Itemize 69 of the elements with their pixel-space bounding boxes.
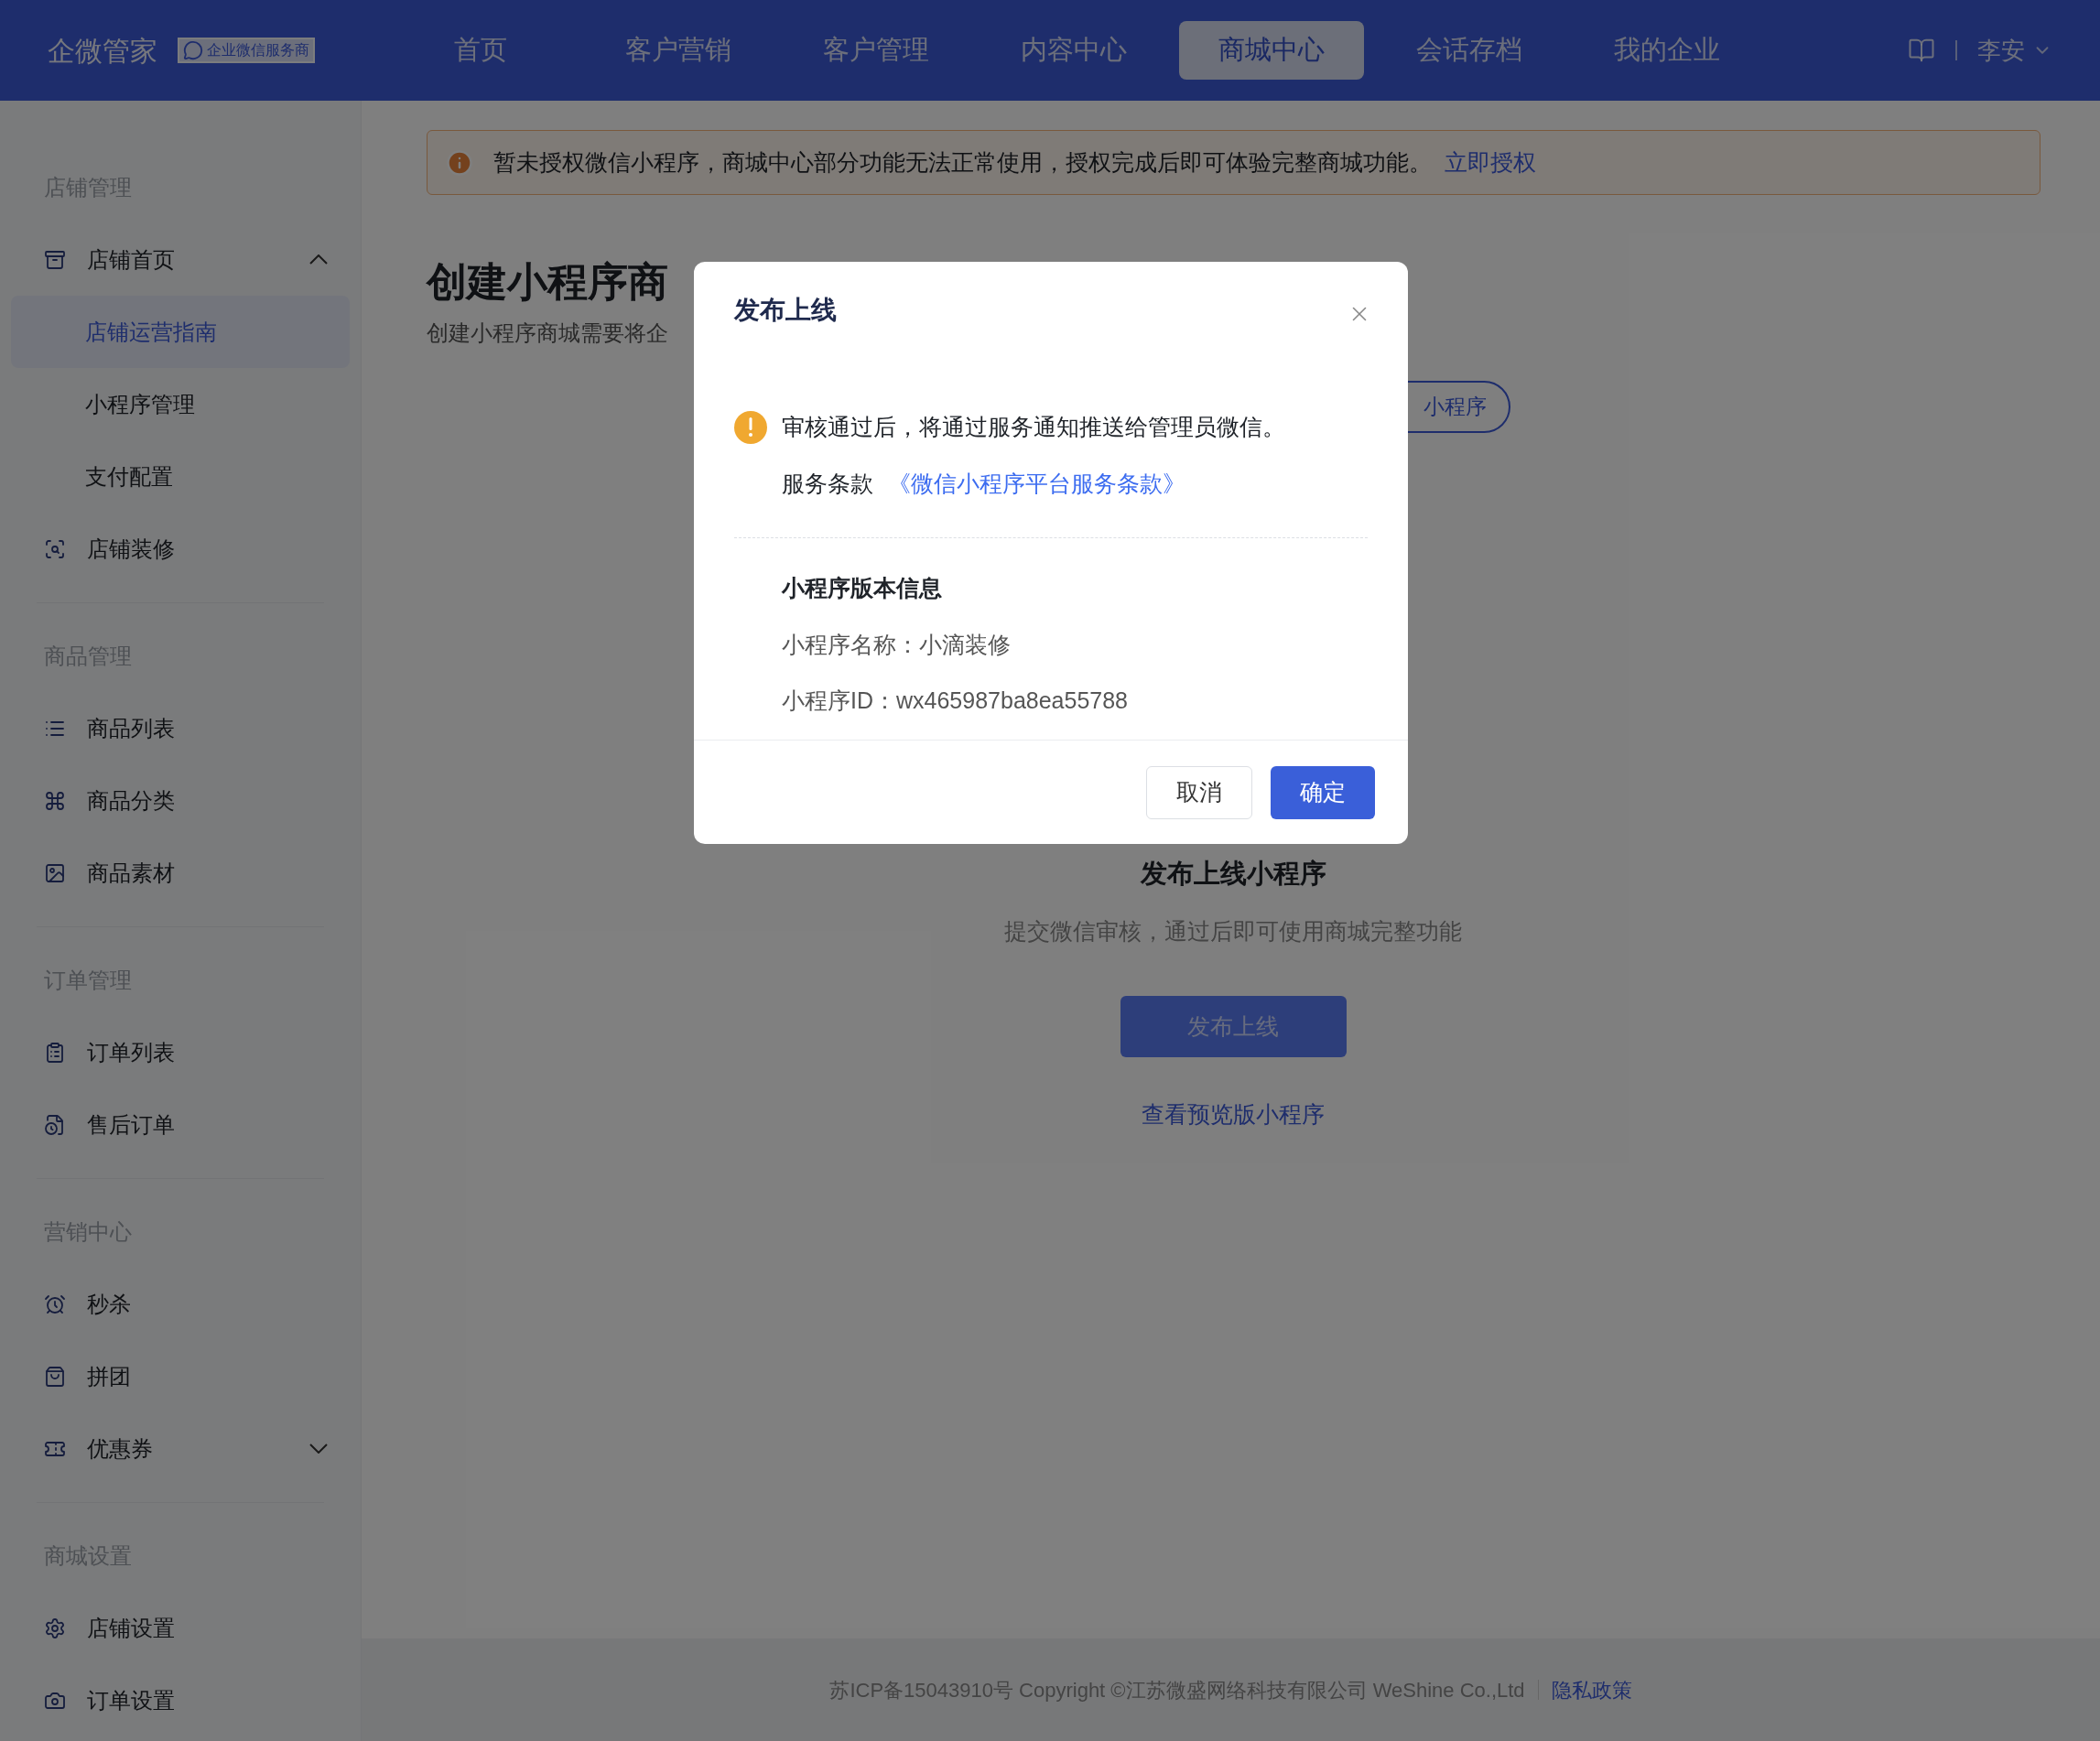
step-title: 发布上线小程序 [1140, 858, 1326, 890]
item-label: 店铺首页 [87, 245, 175, 274]
alarm-clock-icon [44, 1292, 66, 1315]
info-icon [446, 148, 473, 177]
item-label: 店铺装修 [87, 535, 175, 563]
notice-text: 审核通过后，将通过服务通知推送给管理员微信。 [782, 413, 1285, 441]
sidebar-subitem[interactable]: 店铺运营指南 [11, 296, 350, 368]
store-icon [44, 248, 66, 271]
info-title: 小程序版本信息 [782, 574, 943, 602]
chevron-up-icon [309, 254, 328, 265]
sidebar-item[interactable]: 商品素材 [11, 837, 350, 909]
terms-label: 服务条款 [782, 469, 873, 498]
info-line: 小程序ID：wx465987ba8ea55788 [782, 687, 1129, 715]
authorize-link[interactable]: 立即授权 [1445, 145, 1536, 180]
sidebar-item[interactable]: 拼团 [11, 1340, 350, 1412]
item-label: 商品列表 [87, 714, 175, 742]
sidebar-subitem[interactable]: 支付配置 [11, 440, 350, 513]
preview-link[interactable]: 查看预览版小程序 [1142, 1098, 1325, 1132]
command-icon [44, 789, 66, 812]
step-description: 提交微信审核，通过后即可使用商城完整功能 [1004, 916, 1462, 946]
item-label: 拼团 [87, 1362, 131, 1390]
sidebar-item[interactable]: 优惠券 [11, 1412, 350, 1485]
privacy-link[interactable]: 隐私政策 [1551, 1674, 1632, 1705]
nav-tab[interactable]: 商城中心 [1179, 21, 1364, 80]
item-label: 秒杀 [87, 1290, 131, 1318]
book-icon[interactable] [1908, 37, 1935, 64]
nav-tab[interactable]: 内容中心 [981, 21, 1166, 80]
item-label: 商品素材 [87, 859, 175, 887]
logo-text: 企微管家 [48, 34, 157, 68]
dialog-title: 发布上线 [734, 295, 837, 326]
nav-tab[interactable]: 客户营销 [586, 21, 771, 80]
sidebar-item[interactable]: 店铺装修 [11, 513, 350, 585]
chat-icon [183, 40, 203, 60]
sidebar-item[interactable]: 秒杀 [11, 1268, 350, 1340]
sidebar-item[interactable]: 商品分类 [11, 764, 350, 837]
item-label: 店铺设置 [87, 1614, 175, 1642]
item-label: 售后订单 [87, 1110, 175, 1139]
item-label: 订单列表 [87, 1038, 175, 1066]
sidebar-item[interactable]: 店铺首页 [11, 223, 350, 296]
nav-tab[interactable]: 会话存档 [1377, 21, 1562, 80]
nav-tab[interactable]: 客户管理 [784, 21, 969, 80]
nav-tab[interactable]: 我的企业 [1575, 21, 1759, 80]
info-line: 小程序名称：小滴装修 [782, 630, 1012, 659]
settings-icon [44, 1617, 66, 1639]
warning-icon [734, 410, 767, 444]
sidebar-item[interactable]: 售后订单 [11, 1088, 350, 1161]
sidebar-subitem[interactable]: 小程序管理 [11, 368, 350, 440]
terms-link[interactable]: 《微信小程序平台服务条款》 [888, 466, 1185, 501]
sidebar-item[interactable]: 商品列表 [11, 692, 350, 764]
image-icon [44, 861, 66, 884]
item-label: 优惠券 [87, 1434, 153, 1463]
badge-text: 企业微信服务商 [207, 41, 309, 59]
search-frame-icon [44, 537, 66, 560]
cancel-button[interactable]: 取消 [1146, 765, 1252, 819]
clipboard-icon [44, 1041, 66, 1064]
sidebar-item[interactable]: 订单设置 [11, 1664, 350, 1736]
bag-icon [44, 1365, 66, 1388]
page-title: 创建小程序商 [427, 258, 668, 306]
sidebar-item[interactable]: 店铺设置 [11, 1592, 350, 1664]
file-clock-icon [44, 1113, 66, 1136]
item-label: 商品分类 [87, 786, 175, 815]
chevron-down-icon [309, 1444, 328, 1454]
confirm-button[interactable]: 确定 [1271, 765, 1375, 819]
item-label: 订单设置 [87, 1686, 175, 1714]
user-name[interactable]: 李安 [1977, 32, 2025, 69]
nav-tab[interactable]: 首页 [388, 21, 573, 80]
page-subtitle: 创建小程序商城需要将企 [427, 319, 668, 347]
sidebar-item[interactable]: 订单列表 [11, 1016, 350, 1088]
banner-text: 暂未授权微信小程序，商城中心部分功能无法正常使用，授权完成后即可体验完整商城功能。 [493, 147, 1432, 177]
